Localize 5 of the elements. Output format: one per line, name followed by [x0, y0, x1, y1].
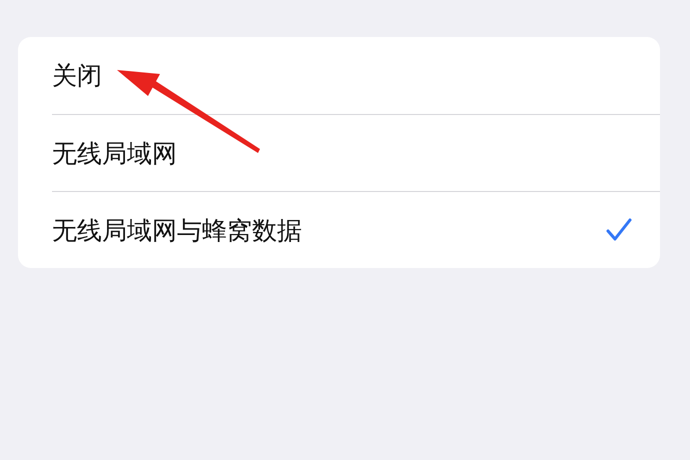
option-label: 无线局域网与蜂窝数据	[52, 214, 302, 246]
option-label: 无线局域网	[52, 138, 177, 170]
option-row[interactable]: 无线局域网与蜂窝数据	[52, 191, 660, 268]
option-label: 关闭	[52, 60, 102, 92]
option-row[interactable]: 关闭	[52, 37, 660, 114]
